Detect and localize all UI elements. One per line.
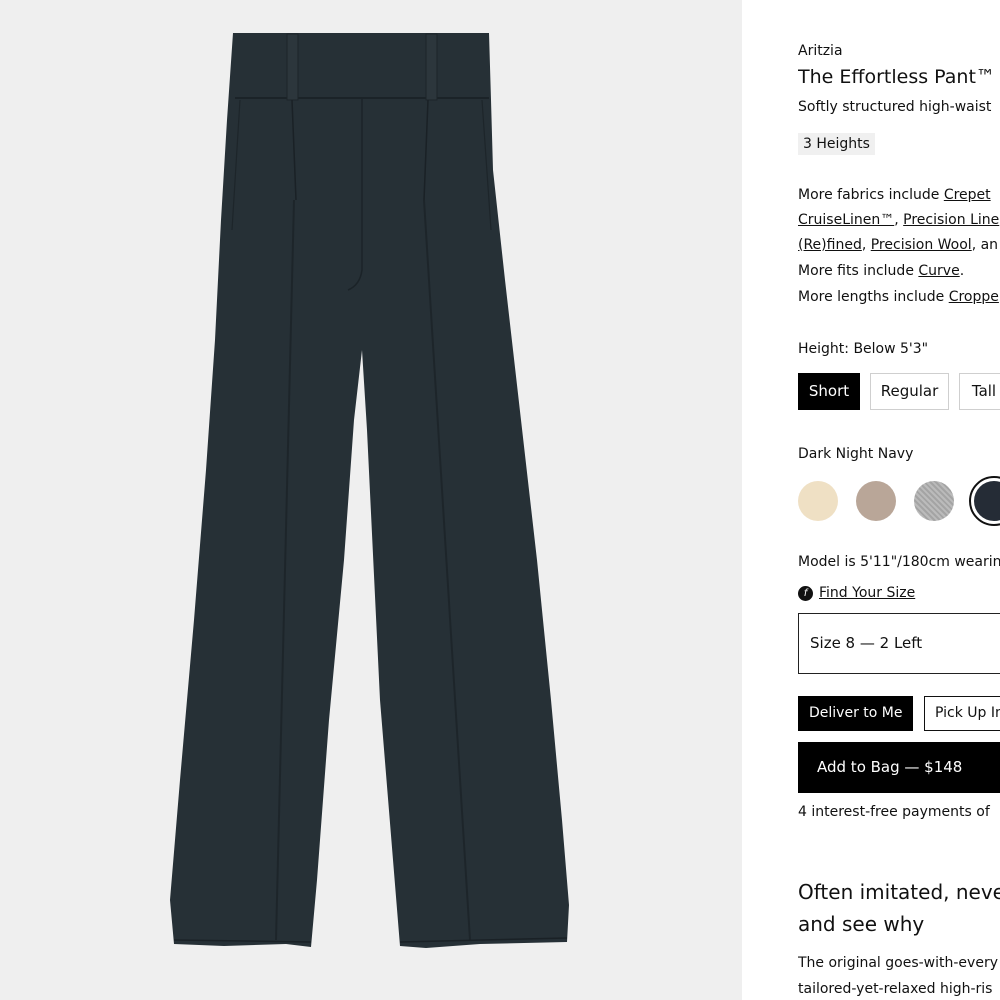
height-option-tall[interactable]: Tall [959, 373, 1000, 410]
swatch-grey[interactable] [914, 481, 954, 521]
more-fabrics-prefix: More fabrics include [798, 187, 944, 203]
heights-badge: 3 Heights [798, 133, 875, 155]
product-image-gallery[interactable] [0, 0, 742, 1000]
deliver-to-me-tab[interactable]: Deliver to Me [798, 696, 914, 731]
height-label: Height: Below 5'3" [798, 341, 929, 357]
fabric-link-precision-wool[interactable]: Precision Wool [871, 237, 972, 253]
swatch-cream[interactable] [798, 481, 838, 521]
add-to-bag-button[interactable]: Add to Bag — $148 [798, 742, 1000, 793]
length-link-cropped[interactable]: Croppe [949, 289, 999, 305]
swatch-navy[interactable] [969, 476, 1000, 526]
model-info: Model is 5'11"/180cm wearing [798, 554, 1000, 570]
height-option-regular[interactable]: Regular [870, 373, 949, 410]
more-fabrics-trail: , an [971, 237, 999, 253]
fabric-link-precision-linen[interactable]: Precision Line [903, 212, 999, 228]
find-your-size-label: Find Your Size [819, 585, 916, 601]
brand-name[interactable]: Aritzia [798, 43, 843, 59]
swatch-taupe[interactable] [856, 481, 896, 521]
fit-link-curve[interactable]: Curve [918, 263, 959, 279]
description-body-line-1: The original goes-with-every [798, 955, 998, 971]
more-lengths-line: More lengths include Croppe [798, 289, 999, 305]
description-body-line-2: tailored-yet-relaxed high-ris [798, 981, 993, 997]
fabric-link-cruiselinen[interactable]: CruiseLinen™ [798, 212, 894, 228]
pick-up-tab[interactable]: Pick Up In [924, 696, 1000, 731]
more-fabrics-line-2: CruiseLinen™, Precision Line [798, 212, 1000, 228]
product-details-panel: Aritzia The Effortless Pant™ Softly stru… [798, 0, 1000, 1000]
fabric-link-crepet[interactable]: Crepet [944, 187, 991, 203]
description-heading-line-2: and see why [798, 912, 925, 936]
payments-info: 4 interest-free payments of [798, 804, 990, 820]
fabric-link-refined[interactable]: (Re)fined [798, 237, 862, 253]
product-subtitle: Softly structured high-waist [798, 99, 992, 115]
size-select[interactable]: Size 8 — 2 Left [798, 613, 1000, 674]
more-fits-line: More fits include Curve. [798, 263, 965, 279]
more-fabrics-line-3: (Re)fined, Precision Wool, an [798, 237, 999, 253]
fit-icon: f [798, 585, 813, 601]
height-option-short[interactable]: Short [798, 373, 860, 410]
more-fabrics-line-1: More fabrics include Crepet [798, 187, 991, 203]
pant-image [170, 33, 569, 948]
color-label: Dark Night Navy [798, 446, 914, 462]
product-title: The Effortless Pant™ [798, 66, 995, 88]
find-your-size-link[interactable]: f Find Your Size [798, 585, 915, 601]
description-heading-line-1: Often imitated, never [798, 880, 1000, 904]
